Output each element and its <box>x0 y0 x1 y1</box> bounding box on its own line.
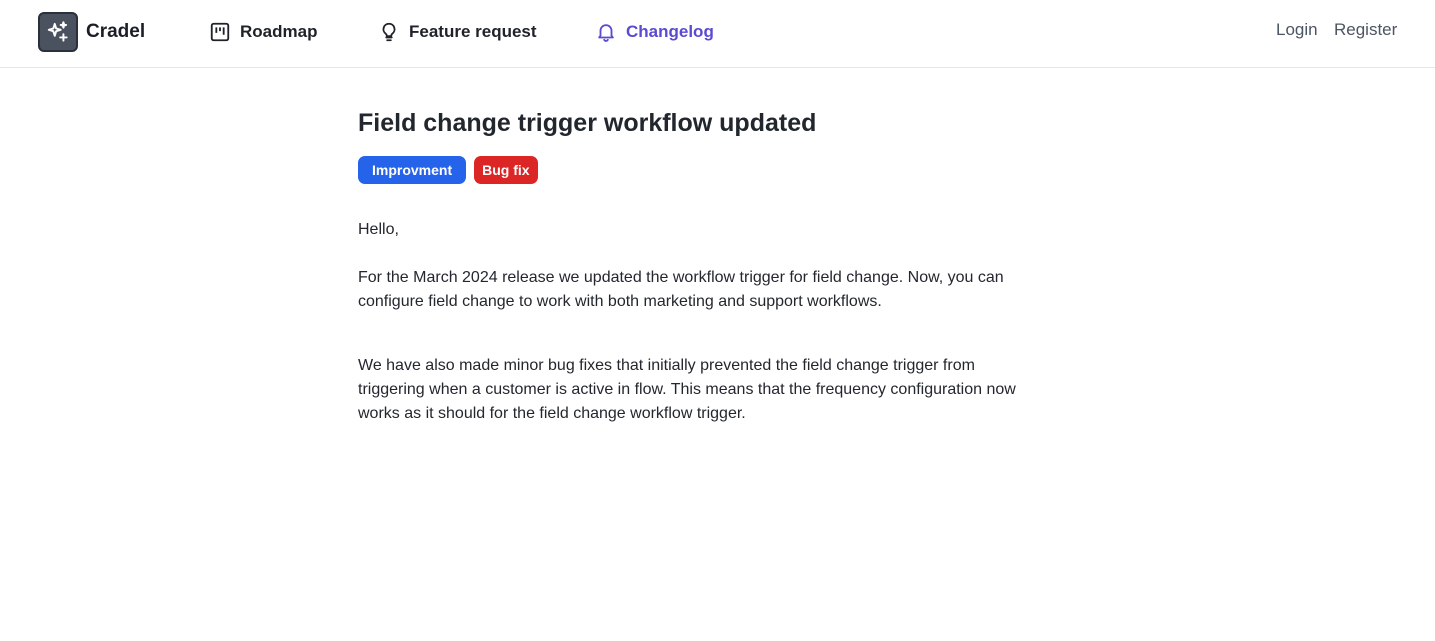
article-body: Hello, For the March 2024 release we upd… <box>358 218 1018 426</box>
nav-changelog[interactable]: Changelog <box>595 18 714 46</box>
article-paragraph-1: For the March 2024 release we updated th… <box>358 269 1004 310</box>
nav-roadmap-label: Roadmap <box>240 22 318 41</box>
login-link[interactable]: Login <box>1276 20 1318 40</box>
kanban-board-icon <box>209 21 231 43</box>
brand-name: Cradel <box>86 21 146 42</box>
nav-feature-request[interactable]: Feature request <box>378 18 537 46</box>
brand-home-link[interactable]: Cradel <box>38 12 145 52</box>
bell-icon <box>595 21 617 43</box>
article-paragraph-2: We have also made minor bug fixes that i… <box>358 357 1016 422</box>
sparkles-icon <box>38 12 78 52</box>
article-title: Field change trigger workflow updated <box>358 109 817 137</box>
article-greeting: Hello, <box>358 221 399 238</box>
tag-bug-fix: Bug fix <box>474 156 538 184</box>
nav-changelog-label: Changelog <box>626 22 714 41</box>
tag-improvement: Improvment <box>358 156 467 184</box>
top-navigation-bar: Cradel Roadmap Feature request Changelog <box>0 0 1435 68</box>
changelog-article: Field change trigger workflow updated Im… <box>358 106 1018 426</box>
tag-list: Improvment Bug fix <box>358 156 1018 184</box>
nav-roadmap[interactable]: Roadmap <box>209 18 317 46</box>
lightbulb-icon <box>378 21 400 43</box>
register-link[interactable]: Register <box>1334 20 1397 40</box>
nav-feature-request-label: Feature request <box>409 22 537 41</box>
